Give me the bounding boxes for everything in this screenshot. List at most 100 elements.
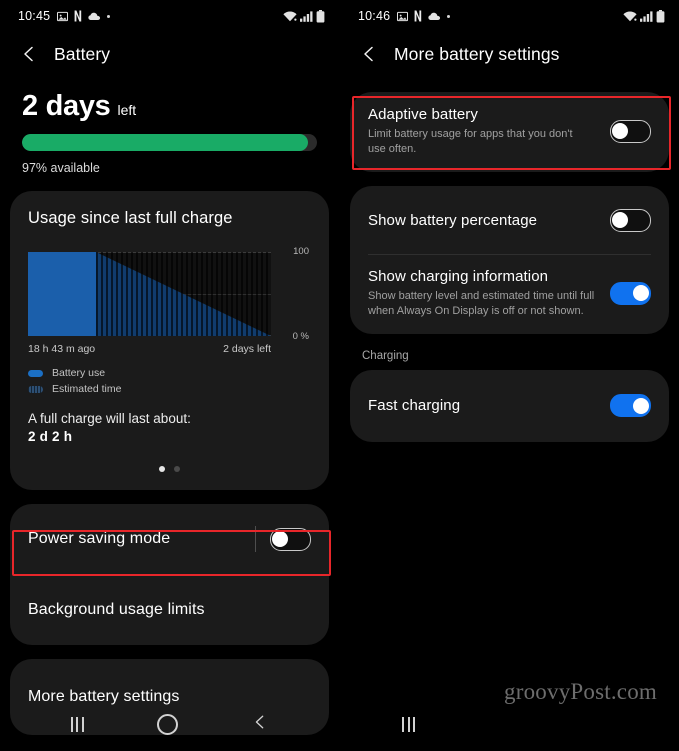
legend-swatch-estimated-time <box>28 385 43 393</box>
charging-group: Fast charging <box>350 369 669 442</box>
legend-item: Battery use <box>28 367 311 379</box>
toggle-knob <box>633 285 649 302</box>
chart-estimated-stripes <box>96 252 271 336</box>
status-bar-clock: 10:46 <box>358 9 391 23</box>
battery-time-left: 2 days left <box>22 90 317 123</box>
navigation-bar-right <box>340 697 679 751</box>
screenshot-root: 10:45 Battery 2 days left 97% available … <box>0 0 679 751</box>
status-bar-notification-icons <box>57 10 111 22</box>
recents-icon[interactable] <box>70 716 84 732</box>
row-sublabel: Limit battery usage for apps that you do… <box>368 128 573 155</box>
netflix-n-icon <box>414 10 422 22</box>
row-label: Show charging information <box>368 268 549 286</box>
power-saving-mode-toggle[interactable] <box>270 527 311 551</box>
title-bar-left: Battery <box>0 32 339 76</box>
usage-card-title: Usage since last full charge <box>28 209 233 227</box>
navigation-bar-left <box>0 697 339 751</box>
toggle-knob <box>612 212 628 229</box>
row-texts: Show charging information Show battery l… <box>368 268 596 318</box>
card-page-dots[interactable] <box>28 466 311 472</box>
cloud-icon <box>428 12 441 21</box>
more-battery-settings-screen: 10:46 More battery settings Adaptive bat… <box>340 0 679 751</box>
toggle-knob <box>612 123 628 140</box>
chevron-left-icon[interactable] <box>20 45 38 63</box>
home-icon[interactable] <box>157 713 179 735</box>
show-battery-percentage-toggle[interactable] <box>610 208 651 232</box>
toggle-knob <box>633 397 649 414</box>
status-bar-left: 10:45 <box>0 0 339 32</box>
row-show-battery-percentage[interactable]: Show battery percentage <box>350 186 669 254</box>
adaptive-battery-group: Adaptive battery Limit battery usage for… <box>350 92 669 173</box>
chart-y-bottom-label: 0 % <box>292 330 309 342</box>
row-label: Show battery percentage <box>368 211 538 229</box>
section-header-charging: Charging <box>362 349 409 362</box>
battery-display-group: Show battery percentage Show charging in… <box>350 186 669 334</box>
row-background-usage-limits[interactable]: Background usage limits <box>10 575 329 645</box>
full-charge-label: A full charge will last about: <box>28 411 191 426</box>
row-texts: Adaptive battery Limit battery usage for… <box>368 106 596 156</box>
legend-label: Estimated time <box>52 383 122 395</box>
battery-time-value: 2 days <box>22 90 111 122</box>
battery-screen: 10:45 Battery 2 days left 97% available … <box>0 0 339 751</box>
row-label: Adaptive battery <box>368 106 478 123</box>
show-charging-information-toggle[interactable] <box>610 281 651 305</box>
page-title: Battery <box>54 43 111 64</box>
chevron-left-icon[interactable] <box>360 45 378 63</box>
row-adaptive-battery[interactable]: Adaptive battery Limit battery usage for… <box>350 92 669 172</box>
row-fast-charging[interactable]: Fast charging <box>350 370 669 442</box>
chart-legend: Battery use Estimated time <box>28 367 311 395</box>
toggle-knob <box>272 531 288 547</box>
battery-options-group: Power saving mode Background usage limit… <box>10 504 329 645</box>
status-bar-system-icons <box>283 9 325 23</box>
chart-series-battery-use <box>28 252 97 336</box>
chart-x-labels: 18 h 43 m ago 2 days left <box>28 343 311 355</box>
adaptive-battery-toggle[interactable] <box>610 119 651 143</box>
chart-series-estimated-time <box>96 252 271 336</box>
dot-icon <box>107 14 111 18</box>
row-sublabel: Show battery level and estimated time un… <box>368 290 595 317</box>
back-icon[interactable] <box>252 714 268 735</box>
image-icon <box>397 11 409 22</box>
legend-item: Estimated time <box>28 383 311 395</box>
row-power-saving-mode[interactable]: Power saving mode <box>10 504 329 574</box>
legend-swatch-battery-use <box>28 369 43 377</box>
signal-icon <box>640 10 653 22</box>
usage-card[interactable]: Usage since last full charge 100 0 % 18 … <box>10 191 329 490</box>
battery-level-fill <box>22 134 309 151</box>
row-label: Fast charging <box>368 397 461 414</box>
full-charge-estimate: A full charge will last about: 2 d 2 h <box>28 411 311 444</box>
chart-y-top-label: 100 <box>293 246 309 257</box>
battery-summary: 2 days left 97% available <box>0 76 339 175</box>
battery-icon <box>316 9 325 23</box>
battery-level-bar <box>22 134 317 151</box>
status-bar-clock: 10:45 <box>18 9 51 23</box>
legend-label: Battery use <box>52 367 106 379</box>
wifi-icon <box>623 11 637 22</box>
battery-time-suffix: left <box>117 102 137 118</box>
row-label: Background usage limits <box>28 601 205 618</box>
dot-icon <box>447 14 451 18</box>
status-bar-system-icons <box>623 9 665 23</box>
battery-usage-chart: 100 0 % <box>28 247 311 341</box>
recents-icon[interactable] <box>402 716 415 732</box>
signal-icon <box>300 10 313 22</box>
fast-charging-toggle[interactable] <box>610 394 651 417</box>
title-bar-right: More battery settings <box>340 32 679 76</box>
netflix-n-icon <box>74 10 82 22</box>
wifi-icon <box>283 11 297 22</box>
toggle-separator <box>255 526 256 552</box>
row-label: Power saving mode <box>28 530 171 547</box>
full-charge-value: 2 d 2 h <box>28 429 73 444</box>
status-bar-notification-icons <box>397 10 451 22</box>
image-icon <box>57 11 69 22</box>
page-dot[interactable] <box>174 466 180 472</box>
battery-percent-label: 97% available <box>22 161 100 175</box>
page-title: More battery settings <box>394 43 560 64</box>
cloud-icon <box>88 12 101 21</box>
chart-x-left-label: 18 h 43 m ago <box>28 343 96 355</box>
status-bar-right: 10:46 <box>340 0 679 32</box>
page-dot-active[interactable] <box>159 466 165 472</box>
row-show-charging-information[interactable]: Show charging information Show battery l… <box>350 255 669 333</box>
chart-x-right-label: 2 days left <box>223 343 271 355</box>
chart-plot-area <box>28 252 271 336</box>
